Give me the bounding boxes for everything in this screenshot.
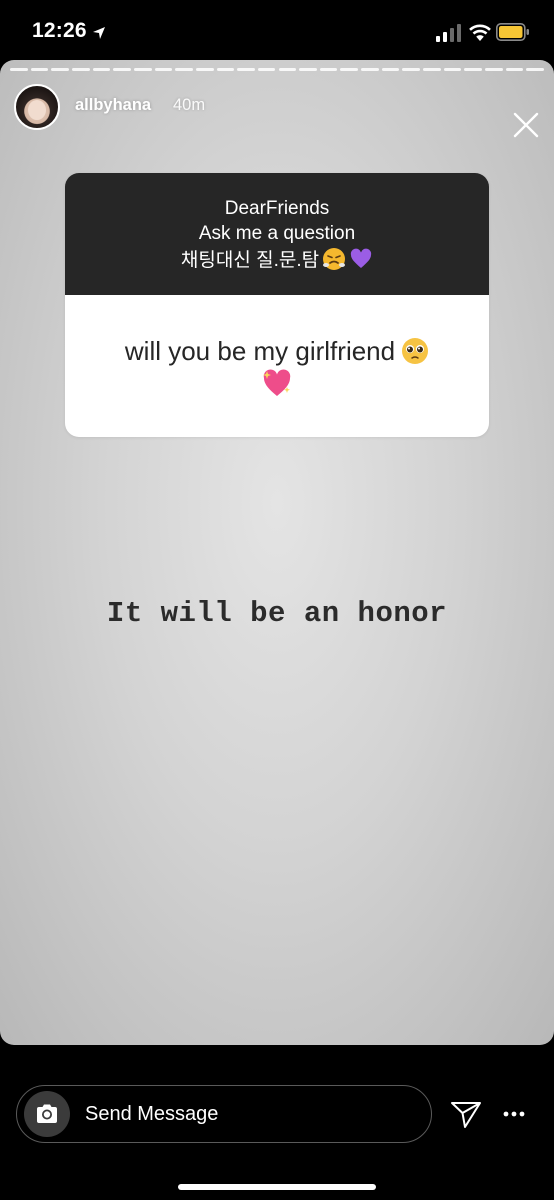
question-text: will you be my girlfriend [124, 336, 396, 366]
progress-segment [402, 68, 421, 71]
story-view[interactable]: allbyhana 40m DearFriends Ask me a quest… [0, 60, 554, 1045]
progress-segment [526, 68, 544, 71]
sticker-question-area: will you be my girlfriend [65, 295, 489, 437]
progress-segment [237, 68, 255, 71]
progress-segment [361, 68, 379, 71]
progress-segment [443, 68, 462, 71]
message-bar: Send Message [0, 1045, 554, 1200]
progress-segment [485, 68, 503, 71]
username[interactable]: allbyhana [75, 96, 151, 115]
progress-segment [113, 68, 131, 71]
progress-segment [175, 68, 193, 71]
question-row: will you be my girlfriend [85, 335, 469, 367]
battery-icon [496, 23, 529, 41]
purple-heart-emoji [350, 248, 372, 268]
avatar[interactable] [14, 84, 60, 130]
more-icon[interactable] [503, 1111, 525, 1117]
question-sticker: DearFriends Ask me a question 채팅대신 질.문.탐 [65, 173, 489, 437]
huffing-face-emoji [323, 248, 346, 270]
status-bar: 12:26 [0, 0, 554, 64]
progress-segment [423, 68, 441, 71]
progress-segment [133, 68, 152, 71]
location-arrow-icon [93, 27, 105, 39]
story-answer-text: It will be an honor [106, 597, 448, 630]
send-icon[interactable] [450, 1100, 482, 1130]
send-message-input[interactable]: Send Message [16, 1085, 432, 1143]
progress-segment [71, 68, 90, 71]
progress-segment [319, 68, 338, 71]
avatar-face [28, 100, 46, 120]
post-time: 40m [173, 96, 206, 114]
progress-segment [278, 68, 297, 71]
sticker-title: DearFriends [224, 198, 330, 219]
progress-segment [195, 68, 214, 71]
story-screen: 12:26 allbyhana 40m DearFriends Ask me a… [0, 0, 554, 1200]
progress-segment [51, 68, 69, 71]
sticker-header: DearFriends Ask me a question 채팅대신 질.문.탐 [65, 173, 489, 295]
message-placeholder: Send Message [85, 1103, 219, 1125]
camera-button[interactable] [24, 1091, 70, 1137]
progress-segment [216, 68, 235, 71]
camera-icon [37, 1104, 57, 1123]
progress-segment [92, 68, 111, 71]
progress-segment [154, 68, 173, 71]
home-indicator[interactable] [178, 1184, 376, 1190]
close-icon[interactable] [512, 111, 540, 139]
progress-segment [381, 68, 400, 71]
signal-icon [436, 24, 461, 42]
progress-segment [299, 68, 317, 71]
story-progress-bar [10, 68, 544, 71]
sparkling-heart-emoji [263, 369, 291, 396]
pleading-face-emoji [402, 338, 429, 364]
progress-segment [257, 68, 276, 71]
progress-segment [30, 68, 49, 71]
wifi-icon [469, 24, 491, 41]
progress-segment [505, 68, 524, 71]
sticker-subtitle: 채팅대신 질.문.탐 [180, 250, 320, 271]
sticker-subtitle-row: 채팅대신 질.문.탐 [65, 247, 489, 273]
sticker-prompt: Ask me a question [198, 223, 356, 244]
story-header: allbyhana 40m [0, 80, 554, 138]
progress-segment [340, 68, 359, 71]
progress-segment [464, 68, 483, 71]
status-time: 12:26 [32, 19, 87, 42]
progress-segment [10, 68, 28, 71]
